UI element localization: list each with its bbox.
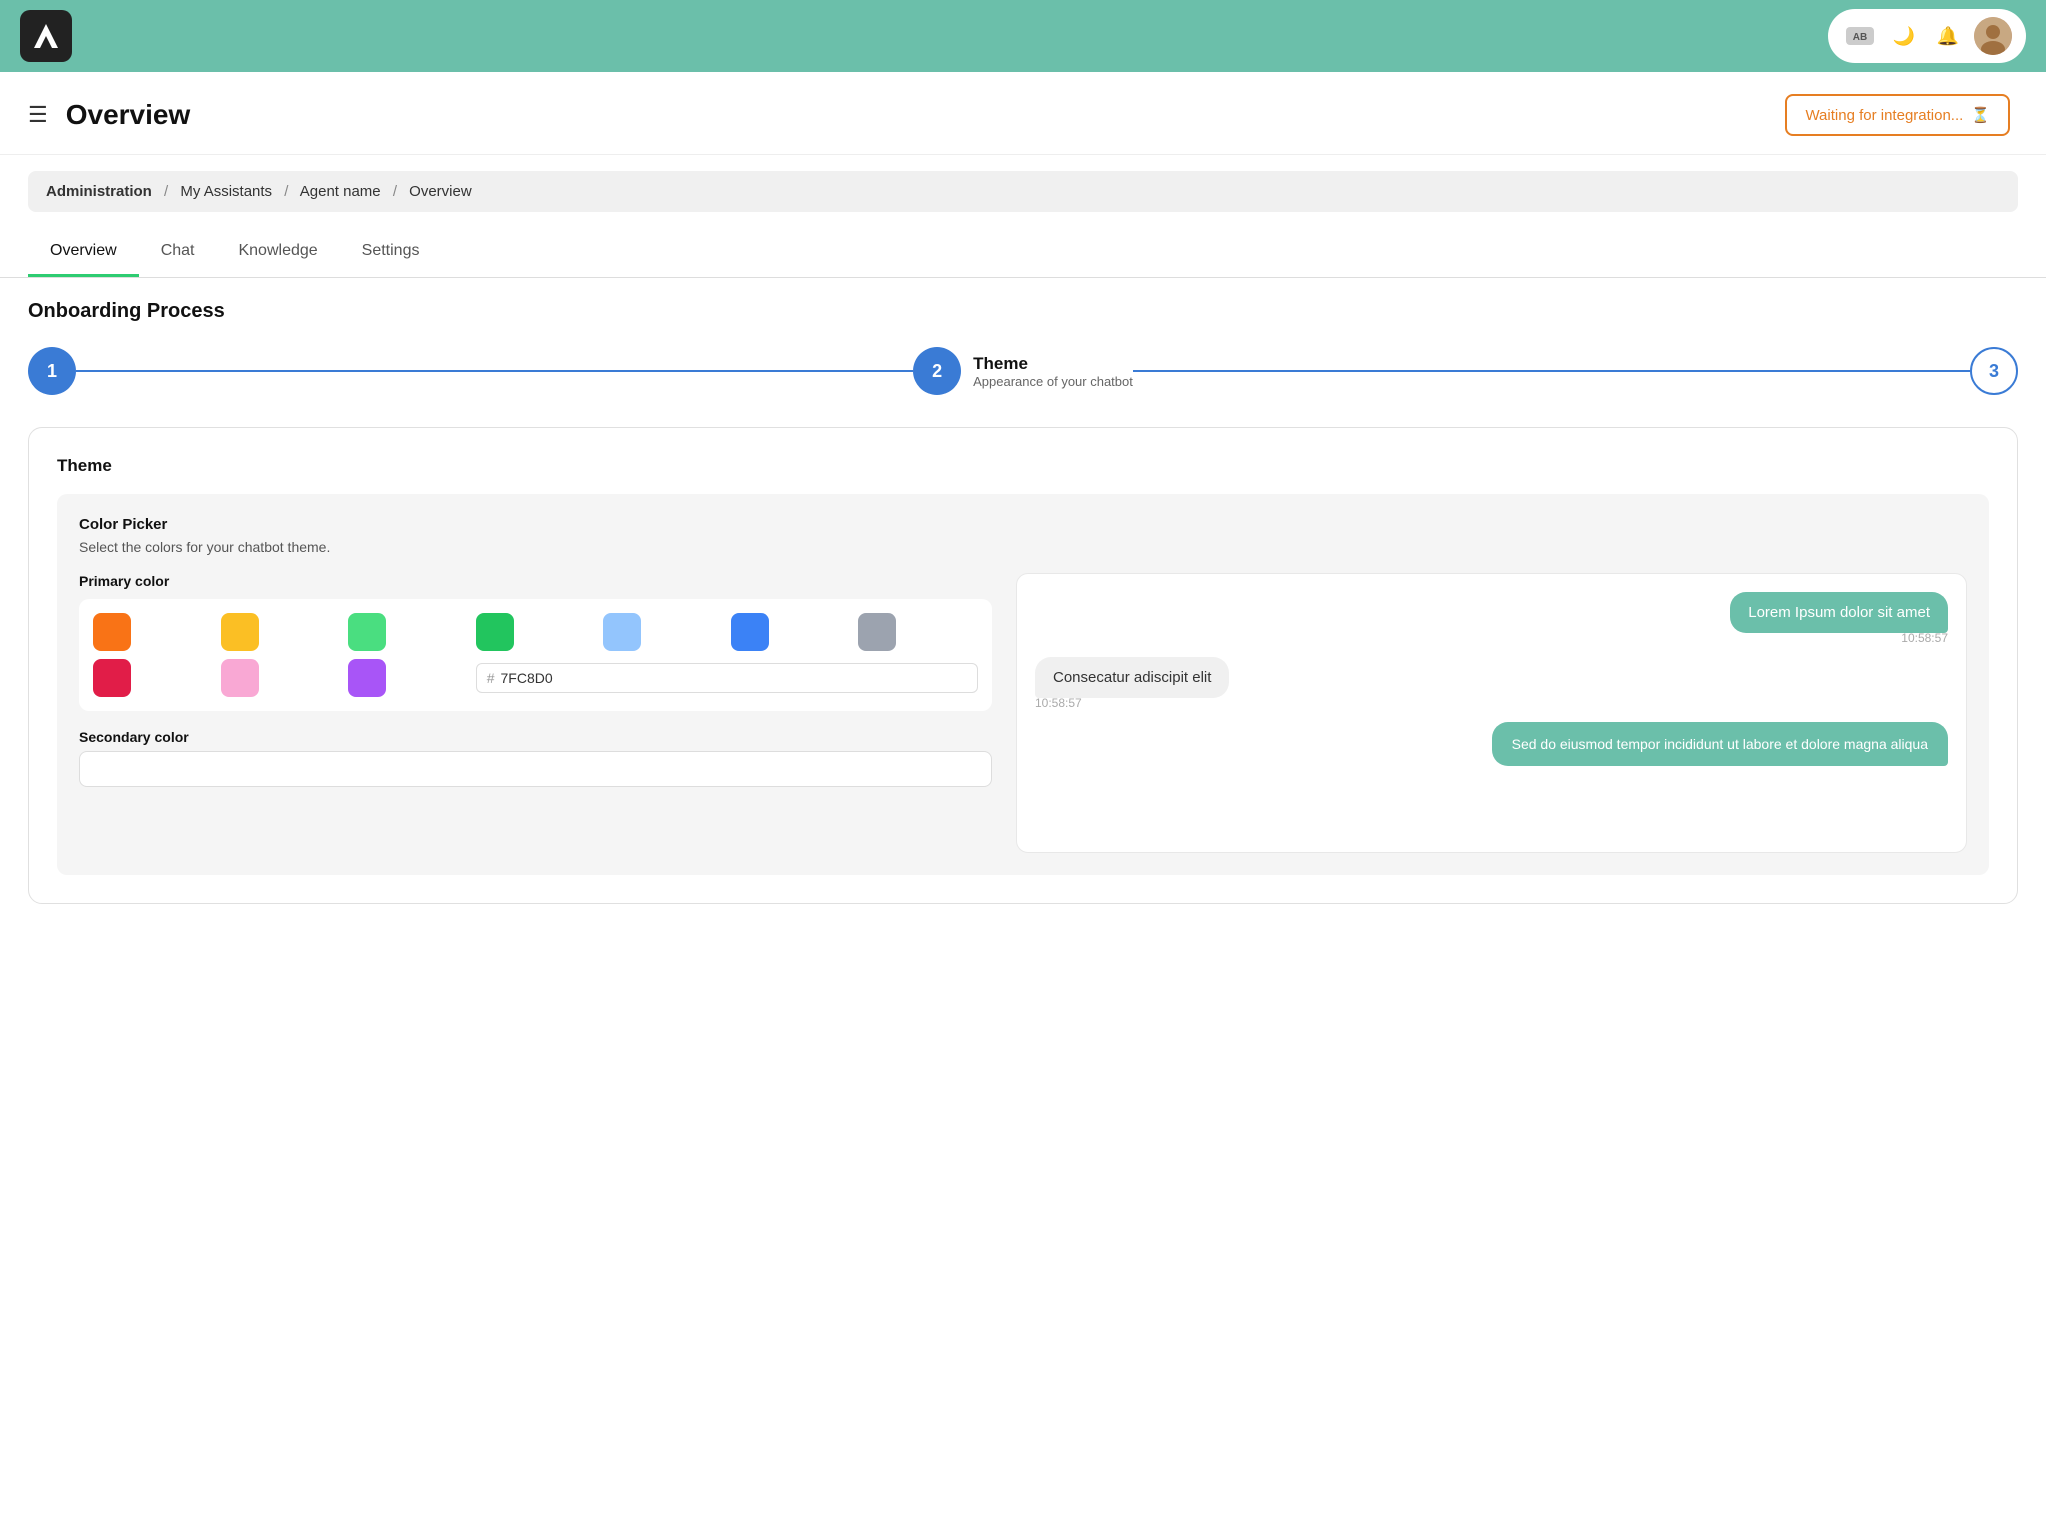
menu-icon[interactable]: ☰: [28, 102, 48, 128]
ab-icon[interactable]: AB: [1842, 18, 1878, 54]
hex-symbol-icon: #: [487, 670, 495, 686]
breadcrumb-sep-2: /: [284, 183, 288, 200]
step-3-number: 3: [1989, 361, 1999, 382]
top-navbar: AB 🌙 🔔: [0, 0, 2046, 72]
logo[interactable]: [20, 10, 72, 62]
step-2-number: 2: [932, 361, 942, 382]
swatch-blue[interactable]: [731, 613, 769, 651]
tab-knowledge[interactable]: Knowledge: [216, 228, 339, 277]
swatch-pink[interactable]: [221, 659, 259, 697]
chat-msg-1-text: Lorem Ipsum dolor sit amet: [1748, 604, 1930, 621]
breadcrumb-agent-name[interactable]: Agent name: [300, 183, 381, 200]
swatch-light-green[interactable]: [348, 613, 386, 651]
primary-color-label: Primary color: [79, 573, 992, 589]
step-2-info: Theme Appearance of your chatbot: [973, 354, 1133, 389]
breadcrumb: Administration / My Assistants / Agent n…: [28, 171, 2018, 212]
page-content: Onboarding Process 1 2 Theme Appearance …: [0, 300, 2046, 932]
swatch-grid: # 7FC8D0: [79, 599, 992, 711]
hex-value-display: 7FC8D0: [501, 670, 553, 686]
header-left: ☰ Overview: [28, 99, 190, 131]
tab-settings[interactable]: Settings: [340, 228, 442, 277]
chat-msg-2-group: Consecatur adiscipit elit 10:58:57: [1035, 657, 1948, 710]
dark-mode-icon[interactable]: 🌙: [1886, 18, 1922, 54]
avatar[interactable]: [1974, 17, 2012, 55]
chat-time-2: 10:58:57: [1035, 696, 1082, 710]
page-title: Overview: [66, 99, 191, 131]
step-2-circle[interactable]: 2: [913, 347, 961, 395]
chat-msg-1-group: Lorem Ipsum dolor sit amet 10:58:57: [1035, 592, 1948, 645]
breadcrumb-sep-1: /: [164, 183, 168, 200]
theme-card-title: Theme: [57, 456, 1989, 476]
swatch-red[interactable]: [93, 659, 131, 697]
color-picker-subtitle: Select the colors for your chatbot theme…: [79, 539, 1967, 555]
breadcrumb-overview: Overview: [409, 183, 472, 200]
waiting-integration-button[interactable]: Waiting for integration... ⏳: [1785, 94, 2010, 136]
swatch-yellow[interactable]: [221, 613, 259, 651]
tab-overview[interactable]: Overview: [28, 228, 139, 277]
tab-chat[interactable]: Chat: [139, 228, 217, 277]
chat-time-1: 10:58:57: [1901, 631, 1948, 645]
page-header: ☰ Overview Waiting for integration... ⏳: [0, 72, 2046, 155]
step-3-circle[interactable]: 3: [1970, 347, 2018, 395]
step-1-number: 1: [47, 361, 57, 382]
notifications-icon[interactable]: 🔔: [1930, 18, 1966, 54]
main-content: ☰ Overview Waiting for integration... ⏳ …: [0, 72, 2046, 1528]
step-line-1: [76, 370, 913, 372]
step-2-label: Theme: [973, 354, 1133, 374]
color-picker-section: Color Picker Select the colors for your …: [57, 494, 1989, 875]
waiting-icon: ⏳: [1971, 106, 1990, 124]
color-swatches-area: Primary color: [79, 573, 992, 853]
breadcrumb-my-assistants[interactable]: My Assistants: [180, 183, 272, 200]
color-picker-title: Color Picker: [79, 516, 1967, 533]
theme-card: Theme Color Picker Select the colors for…: [28, 427, 2018, 904]
waiting-label: Waiting for integration...: [1805, 107, 1963, 124]
swatch-purple[interactable]: [348, 659, 386, 697]
swatch-green[interactable]: [476, 613, 514, 651]
swatch-light-blue[interactable]: [603, 613, 641, 651]
onboarding-title: Onboarding Process: [28, 300, 2018, 323]
breadcrumb-admin[interactable]: Administration: [46, 183, 152, 200]
svg-text:AB: AB: [1853, 32, 1867, 43]
chat-preview: Lorem Ipsum dolor sit amet 10:58:57 Cons…: [1016, 573, 1967, 853]
secondary-color-bar[interactable]: [79, 751, 992, 787]
logo-icon: [30, 20, 62, 52]
chat-msg-3-text: Sed do eiusmod tempor incididunt ut labo…: [1512, 736, 1928, 752]
chat-msg-2-text: Consecatur adiscipit elit: [1053, 669, 1211, 686]
breadcrumb-sep-3: /: [393, 183, 397, 200]
tabs-bar: Overview Chat Knowledge Settings: [0, 228, 2046, 278]
secondary-color-label: Secondary color: [79, 729, 992, 745]
swatch-gray[interactable]: [858, 613, 896, 651]
chat-bubble-right-1: Lorem Ipsum dolor sit amet: [1730, 592, 1948, 633]
step-2-sub: Appearance of your chatbot: [973, 374, 1133, 389]
swatch-orange[interactable]: [93, 613, 131, 651]
onboarding-steps: 1 2 Theme Appearance of your chatbot 3: [28, 347, 2018, 395]
nav-right-group: AB 🌙 🔔: [1828, 9, 2026, 63]
step-2-group: 2 Theme Appearance of your chatbot: [913, 347, 1133, 395]
hex-input[interactable]: # 7FC8D0: [476, 663, 978, 693]
chat-bubble-right-2: Sed do eiusmod tempor incididunt ut labo…: [1492, 722, 1948, 766]
step-line-2: [1133, 370, 1970, 372]
chat-bubble-left-1: Consecatur adiscipit elit: [1035, 657, 1229, 698]
chat-msg-3-group: Sed do eiusmod tempor incididunt ut labo…: [1035, 722, 1948, 766]
step-1-circle[interactable]: 1: [28, 347, 76, 395]
color-picker-columns: Primary color: [79, 573, 1967, 853]
